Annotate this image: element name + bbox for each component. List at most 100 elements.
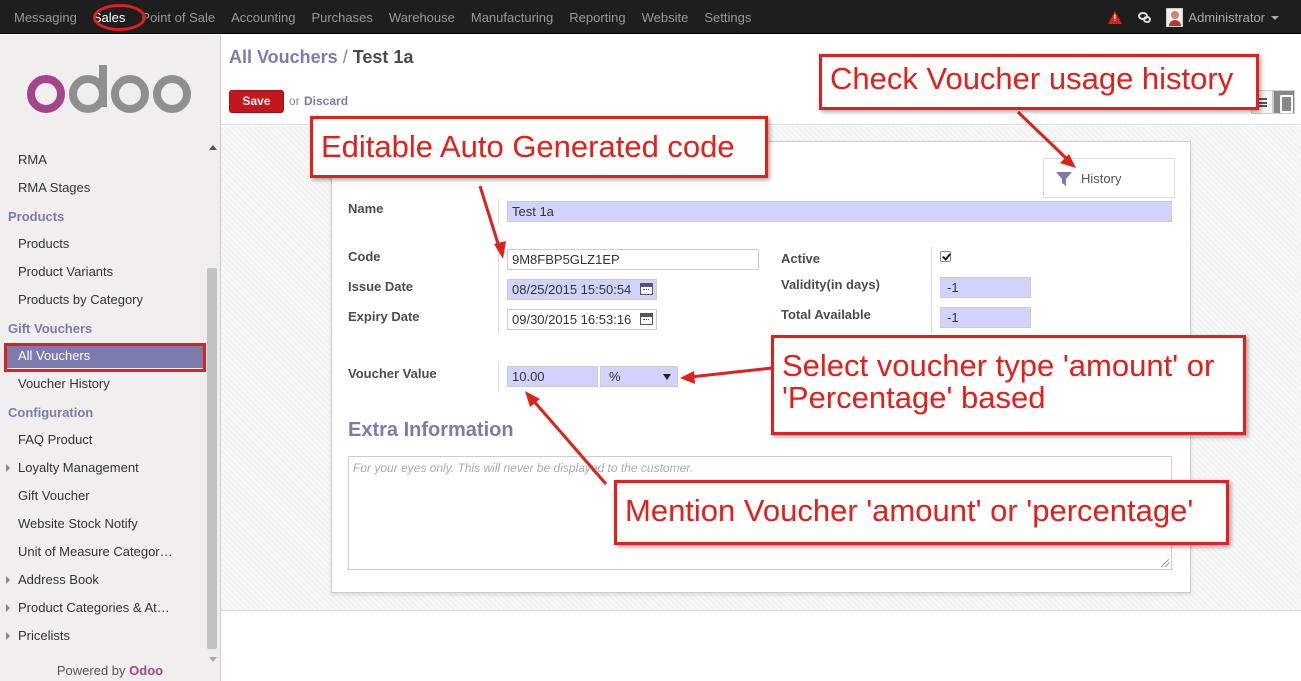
sidebar-item-label: Gift Voucher [18, 488, 90, 503]
issue-date-field[interactable]: 08/25/2015 15:50:54 [507, 279, 657, 300]
top-menu-item-accounting[interactable]: Accounting [231, 10, 295, 25]
selected-item-highlight [4, 343, 206, 372]
sidebar-item-label: Product Variants [18, 264, 114, 279]
scroll-up-icon[interactable] [209, 145, 217, 150]
chevron-down-icon[interactable] [1271, 16, 1279, 20]
sidebar-header-gift-vouchers: Gift Vouchers [0, 314, 205, 342]
sidebar-item-product-categories-at[interactable]: Product Categories & At… [0, 594, 205, 622]
sidebar-item-pricelists[interactable]: Pricelists [0, 622, 205, 650]
total-available-field[interactable]: -1 [940, 307, 1031, 328]
topbar-right: Administrator [1108, 0, 1279, 34]
sidebar-item-label: Unit of Measure Categor… [18, 544, 173, 559]
top-menu-item-reporting[interactable]: Reporting [569, 10, 625, 25]
divider [498, 362, 499, 392]
sidebar-scrollbar[interactable] [205, 142, 219, 664]
form-view-button[interactable] [1273, 90, 1295, 114]
top-menu-item-settings[interactable]: Settings [704, 10, 751, 25]
validity-label: Validity(in days) [781, 277, 880, 292]
sidebar-item-address-book[interactable]: Address Book [0, 566, 205, 594]
dropdown-arrow-icon [663, 374, 671, 380]
divider [498, 199, 499, 225]
voucher-value-label: Voucher Value [348, 366, 437, 381]
sidebar-item-label: Gift Vouchers [8, 321, 93, 336]
value-annotation-text: Mention Voucher 'amount' or 'percentage' [625, 493, 1194, 528]
expand-arrow-icon[interactable] [6, 464, 10, 472]
scroll-thumb[interactable] [207, 268, 217, 649]
powered-by: Powered by Odoo [0, 663, 220, 678]
expand-arrow-icon[interactable] [6, 632, 10, 640]
sidebar-item-product-variants[interactable]: Product Variants [0, 258, 205, 286]
history-annotation: Check Voucher usage history [819, 54, 1259, 110]
sidebar-item-loyalty-management[interactable]: Loyalty Management [0, 454, 205, 482]
code-field[interactable]: 9M8FBP5GLZ1EP [507, 249, 759, 270]
odoo-logo [26, 65, 196, 115]
type-annotation-line2: 'Percentage' based [782, 380, 1046, 415]
code-annotation-text: Editable Auto Generated code [321, 129, 735, 164]
expand-arrow-icon[interactable] [6, 576, 10, 584]
sidebar-item-unit-of-measure-categor[interactable]: Unit of Measure Categor… [0, 538, 205, 566]
sidebar-item-label: Configuration [8, 405, 94, 420]
expiry-date-field[interactable]: 09/30/2015 16:53:16 [507, 309, 657, 330]
breadcrumb-separator: / [342, 47, 348, 67]
calendar-icon[interactable] [640, 283, 653, 295]
code-annotation: Editable Auto Generated code [310, 116, 768, 178]
sidebar-item-voucher-history[interactable]: Voucher History [0, 370, 205, 398]
top-menu-item-warehouse[interactable]: Warehouse [389, 10, 455, 25]
sidebar-item-label: RMA Stages [18, 180, 91, 195]
save-button[interactable]: Save [229, 90, 284, 113]
voucher-value-field[interactable]: 10.00 [507, 366, 598, 387]
expand-arrow-icon[interactable] [6, 604, 10, 612]
issue-date-label: Issue Date [348, 279, 414, 294]
sidebar-menu: RMA RMA Stages Products Products Product Var… [0, 146, 205, 650]
top-menu-item-manufacturing[interactable]: Manufacturing [471, 10, 553, 25]
divider [498, 247, 499, 333]
sidebar-item-rma-stages[interactable]: RMA Stages [0, 174, 205, 202]
history-label: History [1081, 171, 1122, 186]
top-menu-item-purchases[interactable]: Purchases [311, 10, 372, 25]
sidebar-item-faq-product[interactable]: FAQ Product [0, 426, 205, 454]
code-label: Code [348, 249, 381, 264]
sidebar-item-label: FAQ Product [18, 432, 93, 447]
sidebar-item-rma[interactable]: RMA [0, 146, 205, 174]
sidebar-item-label: Product Categories & At… [18, 600, 170, 615]
voucher-type-value: % [609, 369, 621, 384]
chat-icon[interactable] [1138, 11, 1152, 23]
sidebar-item-label: Voucher History [18, 376, 110, 391]
expiry-date-label: Expiry Date [348, 309, 420, 324]
warning-icon[interactable] [1108, 10, 1123, 24]
value-annotation: Mention Voucher 'amount' or 'percentage' [614, 480, 1229, 545]
sidebar-item-label: Products [8, 209, 65, 224]
sidebar-item-website-stock-notify[interactable]: Website Stock Notify [0, 510, 205, 538]
sidebar-item-gift-voucher[interactable]: Gift Voucher [0, 482, 205, 510]
powered-by-brand[interactable]: Odoo [129, 663, 163, 678]
name-field[interactable]: Test 1a [507, 201, 1172, 222]
sidebar-item-label: Products by Category [18, 292, 144, 307]
active-checkbox[interactable] [940, 251, 951, 262]
top-menu-item-website[interactable]: Website [642, 10, 689, 25]
sidebar-item-label: RMA [18, 152, 47, 167]
user-menu-label[interactable]: Administrator [1188, 10, 1265, 25]
scroll-down-icon[interactable] [209, 657, 217, 662]
sidebar-item-products-by-category[interactable]: Products by Category [0, 286, 205, 314]
validity-field[interactable]: -1 [940, 277, 1031, 298]
top-menu-item-messaging[interactable]: Messaging [14, 10, 77, 25]
avatar[interactable] [1166, 7, 1184, 27]
top-menu-item-point-of-sale[interactable]: Point of Sale [141, 10, 215, 25]
history-button[interactable]: History [1043, 158, 1175, 198]
breadcrumb-parent[interactable]: All Vouchers [229, 47, 338, 67]
resize-grip-icon[interactable] [1161, 559, 1169, 567]
breadcrumb-current: Test 1a [352, 47, 414, 67]
or-label: or [289, 94, 300, 108]
sidebar-item-products[interactable]: Products [0, 230, 205, 258]
name-label: Name [348, 201, 384, 216]
sidebar-item-label: Products [18, 236, 70, 251]
calendar-icon[interactable] [640, 313, 653, 325]
top-navbar: Messaging Sales Point of Sale Accounting Pur… [0, 0, 1301, 34]
type-annotation-line1: Select voucher type 'amount' or [782, 348, 1215, 383]
history-annotation-text: Check Voucher usage history [830, 61, 1234, 96]
discard-button[interactable]: Discard [304, 94, 348, 108]
voucher-type-select[interactable]: % [600, 366, 678, 387]
sidebar-item-label: Website Stock Notify [18, 516, 138, 531]
sidebar-header-configuration: Configuration [0, 398, 205, 426]
expiry-date-value: 09/30/2015 16:53:16 [512, 312, 632, 327]
